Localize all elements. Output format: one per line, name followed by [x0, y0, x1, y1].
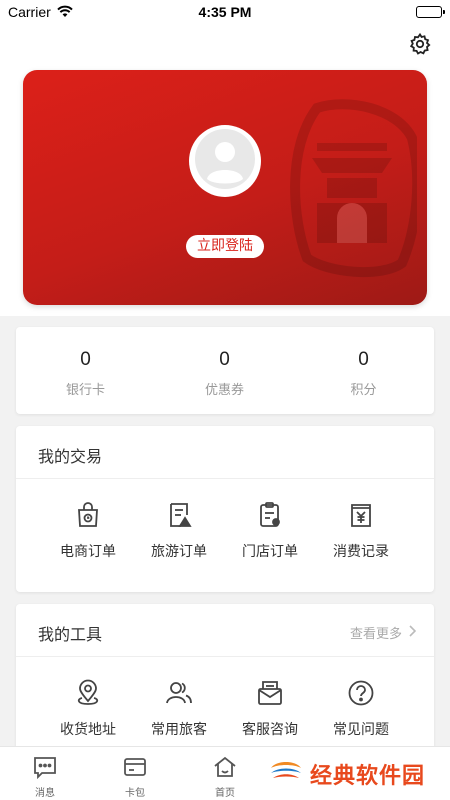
section-header: 我的工具 查看更多: [16, 604, 434, 657]
spending-records-item[interactable]: 消费记录: [314, 479, 408, 589]
card-wallet-icon: [122, 754, 148, 780]
profile-card: 立即登陆: [23, 70, 427, 305]
mail-icon: [256, 679, 284, 707]
tab-label: 首页: [215, 788, 235, 799]
grid-label: 常见问题: [333, 722, 389, 738]
stat-bank-cards[interactable]: 0 银行卡: [16, 327, 155, 414]
gear-icon: [408, 32, 432, 60]
home-icon: [212, 754, 238, 780]
ecommerce-orders-item[interactable]: 电商订单: [41, 479, 135, 589]
location-pin-icon: [74, 679, 102, 707]
view-more-link[interactable]: 查看更多: [349, 623, 417, 642]
stat-label: 优惠券: [204, 383, 244, 398]
message-icon: [32, 754, 58, 780]
site-watermark: 经典软件园: [268, 752, 448, 796]
grid-label: 收货地址: [60, 722, 116, 738]
grid-label: 电商订单: [60, 544, 116, 560]
stat-label: 积分: [350, 383, 377, 398]
section-header: 我的交易: [16, 426, 434, 479]
store-order-icon: [256, 501, 284, 529]
users-icon: [165, 679, 193, 707]
stat-points[interactable]: 0 积分: [294, 327, 433, 414]
tab-label: 消息: [35, 788, 55, 799]
shopping-bag-icon: [74, 501, 102, 529]
watermark-logo-icon: [268, 754, 304, 794]
avatar[interactable]: [189, 125, 261, 197]
tab-card-wallet[interactable]: 卡包: [90, 747, 180, 800]
stat-label: 银行卡: [65, 383, 105, 398]
status-time: 4:35 PM: [198, 4, 252, 20]
stats-card: 0 银行卡 0 优惠券 0 积分: [16, 327, 434, 414]
grid-label: 客服咨询: [242, 722, 298, 738]
trade-grid: 电商订单 旅游订单 门店订单 消费记录: [16, 479, 434, 589]
my-trades-card: 我的交易 电商订单 旅游订单 门店订单 消费记录: [16, 426, 434, 592]
stat-value: 0: [80, 349, 91, 370]
watermark-text: 经典软件园: [310, 764, 426, 789]
travel-document-icon: [165, 501, 193, 529]
store-orders-item[interactable]: 门店订单: [223, 479, 317, 589]
stat-value: 0: [219, 349, 230, 370]
question-icon: [347, 679, 375, 707]
tab-messages[interactable]: 消息: [0, 747, 90, 800]
my-tools-card: 我的工具 查看更多 收货地址 常用旅客 客服咨询 常见问题: [16, 604, 434, 764]
stat-value: 0: [358, 349, 369, 370]
grid-label: 消费记录: [333, 544, 389, 560]
city-gate-emblem: [290, 99, 417, 277]
login-button[interactable]: 立即登陆: [186, 235, 264, 258]
tab-home[interactable]: 首页: [180, 747, 270, 800]
section-title: 我的工具: [38, 625, 103, 644]
battery-icon: [416, 6, 445, 18]
chevron-right-icon: [408, 624, 417, 641]
stat-coupons[interactable]: 0 优惠券: [155, 327, 294, 414]
yuan-receipt-icon: [347, 501, 375, 529]
view-more-label: 查看更多: [349, 627, 402, 642]
section-title: 我的交易: [38, 447, 103, 466]
grid-label: 门店订单: [242, 544, 298, 560]
tab-label: 卡包: [125, 788, 145, 799]
travel-orders-item[interactable]: 旅游订单: [132, 479, 226, 589]
settings-button[interactable]: [406, 32, 434, 60]
status-bar: Carrier 4:35 PM: [0, 0, 450, 26]
grid-label: 常用旅客: [151, 722, 207, 738]
user-avatar-icon: [193, 127, 257, 195]
grid-label: 旅游订单: [151, 544, 207, 560]
